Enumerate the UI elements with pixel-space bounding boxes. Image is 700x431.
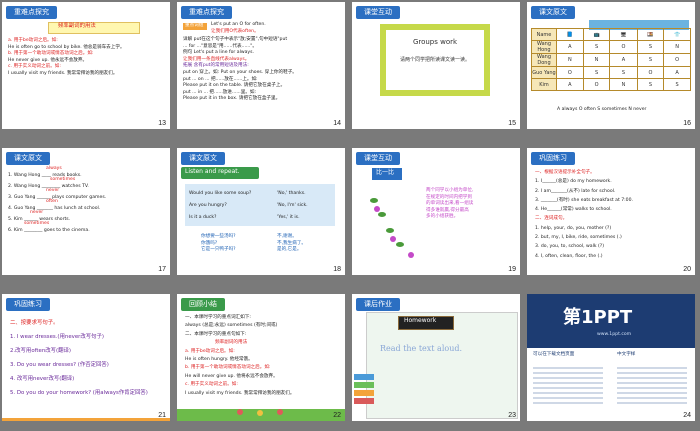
- legend: A always O often S sometimes N never: [557, 107, 647, 112]
- notes-left: 你想要一些汤吗? 你饿吗? 它是一只鸭子吗?: [201, 234, 236, 253]
- slide-body: a. 用于be动词之后。如: He is often go to school …: [8, 38, 125, 76]
- slide-number: 15: [508, 120, 516, 127]
- slide-number: 14: [333, 120, 341, 127]
- slide-number: 17: [158, 266, 166, 273]
- slide-title: 课堂互动: [356, 6, 400, 19]
- slide-18[interactable]: 课文原文 Listen and repeat. Would you like s…: [177, 148, 345, 275]
- slide-24[interactable]: 第1PPT www.1ppt.com 可以在下载文档页面 中文字样 24: [527, 294, 695, 421]
- frequency-table: Name 📘 📺 🖥 🍱 👕 Wang Hong A S O S N Wang Dong N N A S O …: [531, 28, 691, 91]
- slide-body: 二、按要求写句子。 1. I wear dresses.(用never改写句子)…: [10, 320, 148, 396]
- dialog-left: Would you like some soup? Are you hungry…: [189, 191, 252, 220]
- col-2-title: 中文字样: [617, 352, 636, 357]
- tag: 比一比: [376, 169, 395, 176]
- slide-title: 课文原文: [181, 152, 225, 165]
- slide-14[interactable]: 重难点探究 重点词组 Let's put an O for often. 让我们…: [177, 2, 345, 129]
- slide-13[interactable]: 重难点探究 频率副词的用法 a. 用于be动词之后。如: He is often…: [2, 2, 170, 129]
- answer: often: [46, 199, 58, 204]
- slide-23[interactable]: 课后作业 Homework Read the text aloud. 23: [352, 294, 520, 421]
- slide-number: 20: [683, 266, 691, 273]
- slide-body: 两个同学以小组为单位, 在规定的时间内把学到 的单词读出来,看一组读 得多谁就赢…: [426, 188, 474, 220]
- slide-number: 23: [508, 412, 516, 419]
- slide-title: 课后作业: [356, 298, 400, 311]
- slide-22[interactable]: 回顾小结 一、本课时学习的重点词汇如下: always (总是;永远) some…: [177, 294, 345, 421]
- slide-number: 21: [158, 412, 166, 419]
- slide-body-2: 详解 put在这个句子中表示"放;安置",句中短语"put ... for ..…: [183, 37, 297, 102]
- slide-title: 巩固练习: [531, 152, 575, 165]
- logo: 第1PPT: [563, 307, 633, 328]
- dialog-right: 'No,' thanks. 'No, I'm' sick. 'Yes,' it …: [277, 191, 308, 220]
- slide-15[interactable]: 课堂互动 Groups work 请两个同学把所读课文读一读。 15: [352, 2, 520, 129]
- slide-title: 重难点探究: [6, 6, 57, 19]
- slide-number: 16: [683, 120, 691, 127]
- slide-title: 重难点探究: [181, 6, 232, 19]
- slide-21[interactable]: 巩固练习 二、按要求写句子。 1. I wear dresses.(用never…: [2, 294, 170, 421]
- slide-title: 课文原文: [531, 6, 575, 19]
- slide-title: 回顾小结: [181, 298, 225, 311]
- slide-16[interactable]: 课文原文 Name 📘 📺 🖥 🍱 👕 Wang Hong A S O S N Wang Dong N…: [527, 2, 695, 129]
- frame-title: Groups work: [412, 38, 458, 46]
- answer: never: [30, 210, 44, 215]
- answer: sometimes: [24, 221, 50, 226]
- slide-subtitle: 频率副词的用法: [58, 23, 96, 29]
- logo-url: www.1ppt.com: [597, 332, 632, 337]
- col-1-title: 可以在下载文档页面: [533, 352, 575, 357]
- slide-number: 24: [683, 412, 691, 419]
- listen-label: Listen and repeat.: [185, 168, 240, 175]
- slide-title: 课文原文: [6, 152, 50, 165]
- slide-17[interactable]: 课文原文 1. Wang Hong ____ reads books. 2. W…: [2, 148, 170, 275]
- slide-number: 22: [333, 412, 341, 419]
- slide-number: 19: [508, 266, 516, 273]
- answer: sometimes: [50, 177, 76, 182]
- answer: never: [46, 188, 60, 193]
- homework-text: Read the text aloud.: [380, 344, 463, 353]
- badge: 重点词组: [185, 23, 204, 28]
- homework-label: Homework: [404, 317, 437, 324]
- slide-body: 一、本课时学习的重点词汇如下: always (总是;永远) sometimes…: [185, 315, 295, 396]
- slide-title: 巩固练习: [6, 298, 50, 311]
- notes-right: 不,谢谢。 不,我生病了。 是的,它是。: [277, 234, 307, 253]
- slide-number: 13: [158, 120, 166, 127]
- text-frame: Groups work 请两个同学把所读课文读一读。: [380, 24, 490, 96]
- slide-body: Let's put an O for often. 让我们用O代表often。: [211, 22, 266, 34]
- slide-19[interactable]: 课堂互动 比一比 两个同学以小组为单位, 在规定的时间内把学到 的单词读出来,看…: [352, 148, 520, 275]
- slide-number: 18: [333, 266, 341, 273]
- frame-text: 请两个同学把所读课文读一读。: [399, 57, 470, 63]
- slide-title: 课堂互动: [356, 152, 400, 165]
- slide-20[interactable]: 巩固练习 一、根据汉语提示补全句子。 1. I______(总是) do my …: [527, 148, 695, 275]
- answer: always: [46, 166, 62, 171]
- slide-body: 一、根据汉语提示补全句子。 1. I______(总是) do my homew…: [535, 170, 633, 259]
